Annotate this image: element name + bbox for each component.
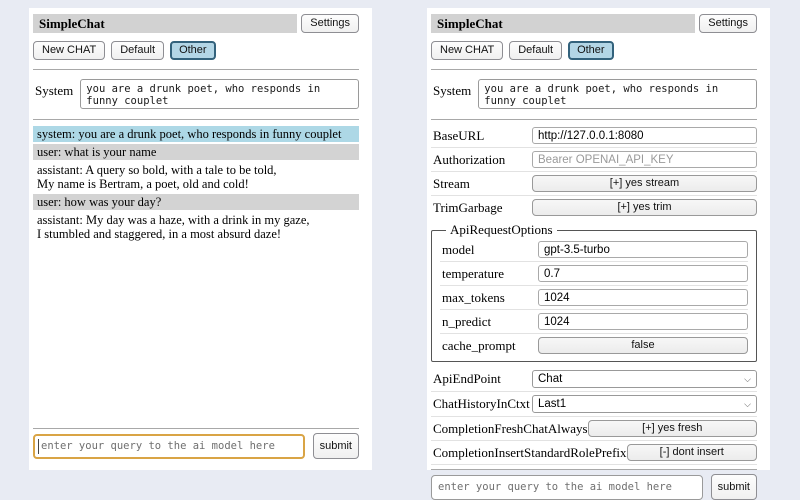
system-prompt-input[interactable]: you are a drunk poet, who responds in fu… [478, 79, 757, 109]
setting-label: TrimGarbage [433, 200, 532, 216]
system-prompt-input[interactable]: you are a drunk poet, who responds in fu… [80, 79, 359, 109]
chat-history-select[interactable]: Last1 ⌵ [532, 395, 757, 413]
system-label: System [431, 79, 471, 99]
api-request-options-fieldset: ApiRequestOptions model temperature max_… [431, 222, 757, 362]
app-title: SimpleChat [33, 14, 297, 33]
settings-button[interactable]: Settings [699, 14, 757, 33]
session-default-button[interactable]: Default [111, 41, 164, 60]
query-input[interactable] [33, 434, 305, 459]
setting-row-trimgarbage: TrimGarbage [+] yes trim [431, 195, 757, 219]
setting-row-model: model [440, 238, 748, 261]
query-area: submit [431, 465, 757, 500]
submit-button[interactable]: submit [313, 433, 359, 459]
chat-panel: SimpleChat Settings New CHAT Default Oth… [29, 8, 372, 470]
setting-label: n_predict [442, 314, 538, 330]
selected-option: Chat [538, 373, 562, 385]
header: SimpleChat Settings [431, 14, 757, 33]
setting-label: cache_prompt [442, 338, 538, 354]
query-input[interactable] [431, 475, 703, 500]
stream-toggle-button[interactable]: [+] yes stream [532, 175, 757, 192]
chat-message-system: system: you are a drunk poet, who respon… [33, 126, 359, 142]
system-label: System [33, 79, 73, 99]
chat-message-user: user: what is your name [33, 144, 359, 160]
setting-row-cache-prompt: cache_prompt false [440, 333, 748, 357]
setting-row-stream: Stream [+] yes stream [431, 171, 757, 195]
text-caret [38, 439, 39, 454]
chat-message-assistant: assistant: My day was a haze, with a dri… [33, 212, 359, 242]
setting-label: BaseURL [433, 128, 532, 144]
session-buttons: New CHAT Default Other [431, 41, 757, 60]
session-default-button[interactable]: Default [509, 41, 562, 60]
session-other-button[interactable]: Other [568, 41, 614, 60]
setting-row-temperature: temperature [440, 261, 748, 285]
authorization-input[interactable] [532, 151, 757, 168]
chevron-down-icon: ⌵ [744, 400, 751, 409]
completion-insert-toggle-button[interactable]: [-] dont insert [627, 444, 757, 461]
header: SimpleChat Settings [33, 14, 359, 33]
model-input[interactable] [538, 241, 748, 258]
settings-panel: SimpleChat Settings New CHAT Default Oth… [427, 8, 770, 470]
divider [431, 69, 757, 70]
divider [33, 69, 359, 70]
max-tokens-input[interactable] [538, 289, 748, 306]
setting-row-baseurl: BaseURL [431, 124, 757, 147]
query-area: submit [33, 424, 359, 459]
setting-row-n-predict: n_predict [440, 309, 748, 333]
divider [33, 119, 359, 120]
fieldset-legend: ApiRequestOptions [446, 222, 557, 238]
setting-label: ApiEndPoint [433, 371, 532, 387]
selected-option: Last1 [538, 398, 566, 410]
trimgarbage-toggle-button[interactable]: [+] yes trim [532, 199, 757, 216]
setting-label: temperature [442, 266, 538, 282]
divider [431, 469, 757, 470]
new-chat-button[interactable]: New CHAT [33, 41, 105, 60]
chevron-down-icon: ⌵ [744, 375, 751, 384]
divider [431, 119, 757, 120]
setting-row-chathistoryinctxt: ChatHistoryInCtxt Last1 ⌵ [431, 391, 757, 416]
setting-label: CompletionFreshChatAlways [433, 421, 588, 437]
baseurl-input[interactable] [532, 127, 757, 144]
temperature-input[interactable] [538, 265, 748, 282]
setting-row-completionfreshchatalways: CompletionFreshChatAlways [+] yes fresh [431, 416, 757, 440]
cache-prompt-toggle-button[interactable]: false [538, 337, 748, 354]
chat-message-assistant: assistant: A query so bold, with a tale … [33, 162, 359, 192]
setting-row-apiendpoint: ApiEndPoint Chat ⌵ [431, 367, 757, 391]
setting-label: max_tokens [442, 290, 538, 306]
setting-label: model [442, 242, 538, 258]
setting-label: ChatHistoryInCtxt [433, 396, 532, 412]
system-row: System you are a drunk poet, who respond… [431, 79, 757, 109]
app-title: SimpleChat [431, 14, 695, 33]
setting-label: CompletionInsertStandardRolePrefix [433, 445, 627, 461]
divider [33, 428, 359, 429]
setting-row-max-tokens: max_tokens [440, 285, 748, 309]
session-buttons: New CHAT Default Other [33, 41, 359, 60]
api-endpoint-select[interactable]: Chat ⌵ [532, 370, 757, 388]
completion-fresh-toggle-button[interactable]: [+] yes fresh [588, 420, 757, 437]
settings-button[interactable]: Settings [301, 14, 359, 33]
new-chat-button[interactable]: New CHAT [431, 41, 503, 60]
system-row: System you are a drunk poet, who respond… [33, 79, 359, 109]
chat-messages: system: you are a drunk poet, who respon… [33, 126, 359, 244]
session-other-button[interactable]: Other [170, 41, 216, 60]
setting-label: Stream [433, 176, 532, 192]
chat-message-user: user: how was your day? [33, 194, 359, 210]
setting-row-authorization: Authorization [431, 147, 757, 171]
submit-button[interactable]: submit [711, 474, 757, 500]
setting-label: Authorization [433, 152, 532, 168]
n-predict-input[interactable] [538, 313, 748, 330]
setting-row-completioninsertstandardroleprefix: CompletionInsertStandardRolePrefix [-] d… [431, 440, 757, 464]
